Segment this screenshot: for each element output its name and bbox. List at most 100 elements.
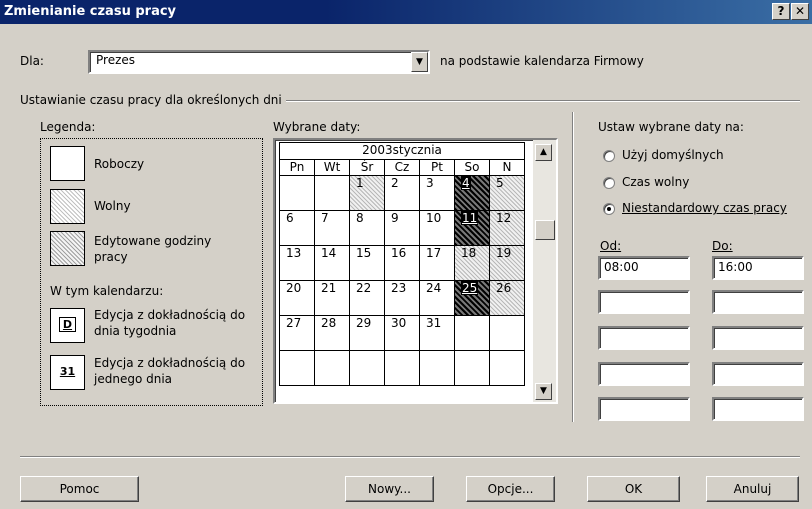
calendar-day[interactable]: 19 bbox=[489, 245, 525, 281]
calendar-day[interactable]: 6 bbox=[279, 210, 315, 246]
calendar-day[interactable]: 26 bbox=[489, 280, 525, 316]
to-time-field[interactable] bbox=[712, 397, 804, 421]
calendar-grid[interactable]: 2003stycznia Pn Wt Śr Cz Pt So N 1 2 3 4 5 6 7 8 9 10 11… bbox=[273, 138, 558, 404]
weekday-header[interactable]: Wt bbox=[314, 159, 350, 176]
calendar-day[interactable]: 27 bbox=[279, 315, 315, 351]
calendar-day[interactable]: 5 bbox=[489, 175, 525, 211]
close-button[interactable]: ✕ bbox=[791, 3, 809, 20]
calendar-day-number: 11 bbox=[461, 211, 479, 225]
calendar-scrollbar[interactable] bbox=[533, 140, 556, 402]
weekday-header[interactable]: So bbox=[454, 159, 490, 176]
calendar-month: 2003stycznia bbox=[279, 142, 525, 160]
calendar-day[interactable]: 25 bbox=[454, 280, 490, 316]
calendar-day[interactable] bbox=[454, 315, 490, 351]
legend-day-of-week-line1: Edycja z dokładnością do bbox=[94, 308, 246, 322]
cancel-button[interactable]: Anuluj bbox=[706, 476, 799, 502]
from-time-field[interactable] bbox=[598, 290, 690, 314]
calendar-day[interactable]: 18 bbox=[454, 245, 490, 281]
resource-select[interactable]: Prezes ▼ bbox=[88, 50, 430, 74]
from-time-field[interactable] bbox=[598, 362, 690, 386]
radio-custom[interactable] bbox=[603, 203, 615, 215]
calendar-day[interactable]: 31 bbox=[419, 315, 455, 351]
calendar-day[interactable]: 22 bbox=[349, 280, 385, 316]
from-label: Od: bbox=[600, 239, 622, 253]
ok-button[interactable]: OK bbox=[587, 476, 680, 502]
for-label: Dla: bbox=[20, 54, 44, 68]
calendar-day[interactable]: 20 bbox=[279, 280, 315, 316]
calendar-day[interactable]: 16 bbox=[384, 245, 420, 281]
calendar-day[interactable] bbox=[454, 350, 490, 386]
calendar-day[interactable] bbox=[489, 315, 525, 351]
calendar-day[interactable]: 15 bbox=[349, 245, 385, 281]
from-time-field[interactable]: 08:00 bbox=[598, 256, 690, 280]
calendar-day[interactable] bbox=[279, 175, 315, 211]
calendar-day[interactable]: 29 bbox=[349, 315, 385, 351]
weekday-header[interactable]: Cz bbox=[384, 159, 420, 176]
weekday-header[interactable]: Śr bbox=[349, 159, 385, 176]
radio-nonworking-label[interactable]: Czas wolny bbox=[622, 175, 689, 189]
calendar-day[interactable] bbox=[384, 350, 420, 386]
calendar-day[interactable]: 13 bbox=[279, 245, 315, 281]
to-time-field[interactable] bbox=[712, 290, 804, 314]
calendar-day[interactable]: 8 bbox=[349, 210, 385, 246]
new-button[interactable]: Nowy... bbox=[345, 476, 434, 502]
help-button[interactable]: Pomoc bbox=[20, 476, 139, 502]
options-button[interactable]: Opcje... bbox=[466, 476, 555, 502]
calendar-day[interactable]: 24 bbox=[419, 280, 455, 316]
calendar-day[interactable]: 17 bbox=[419, 245, 455, 281]
weekday-header[interactable]: N bbox=[489, 159, 525, 176]
weekday-header[interactable]: Pn bbox=[279, 159, 315, 176]
calendar-day[interactable] bbox=[314, 350, 350, 386]
resource-select-value: Prezes bbox=[96, 53, 136, 67]
calendar-day[interactable] bbox=[314, 175, 350, 211]
calendar-day[interactable]: 30 bbox=[384, 315, 420, 351]
chevron-down-icon[interactable]: ▼ bbox=[411, 52, 428, 72]
scroll-thumb[interactable] bbox=[535, 220, 555, 240]
calendar-day[interactable] bbox=[279, 350, 315, 386]
day-of-week-swatch: D bbox=[50, 308, 85, 343]
calendar-day[interactable] bbox=[419, 350, 455, 386]
legend-edited-line2: pracy bbox=[94, 250, 128, 264]
vertical-divider bbox=[572, 112, 573, 422]
legend-edited-line1: Edytowane godziny bbox=[94, 234, 212, 248]
calendar-day[interactable]: 9 bbox=[384, 210, 420, 246]
legend-day-of-week-line2: dnia tygodnia bbox=[94, 324, 177, 338]
calendar-day[interactable]: 4 bbox=[454, 175, 490, 211]
radio-nonworking[interactable] bbox=[603, 177, 615, 189]
calendar-day[interactable]: 12 bbox=[489, 210, 525, 246]
radio-custom-label[interactable]: Niestandardowy czas pracy bbox=[622, 201, 787, 215]
calendar-day[interactable]: 28 bbox=[314, 315, 350, 351]
calendar-day[interactable]: 14 bbox=[314, 245, 350, 281]
calendar-day[interactable]: 23 bbox=[384, 280, 420, 316]
scroll-up-icon[interactable]: ▲ bbox=[535, 144, 552, 161]
calendar-day[interactable] bbox=[489, 350, 525, 386]
help-title-button[interactable]: ? bbox=[772, 3, 790, 20]
legend-in-calendar: W tym kalendarzu: bbox=[50, 284, 164, 298]
edited-swatch bbox=[50, 231, 85, 266]
calendar-day[interactable]: 2 bbox=[384, 175, 420, 211]
day-of-week-sample: D bbox=[58, 317, 77, 332]
single-day-sample: 31 bbox=[59, 365, 76, 378]
radio-default-label[interactable]: Użyj domyślnych bbox=[622, 148, 724, 162]
calendar-day[interactable]: 3 bbox=[419, 175, 455, 211]
calendar-day[interactable]: 7 bbox=[314, 210, 350, 246]
calendar-week-row: 27 28 29 30 31 bbox=[279, 315, 525, 351]
to-label: Do: bbox=[712, 239, 733, 253]
to-time-field[interactable] bbox=[712, 362, 804, 386]
calendar-day[interactable]: 11 bbox=[454, 210, 490, 246]
calendar-day[interactable]: 1 bbox=[349, 175, 385, 211]
radio-default[interactable] bbox=[603, 150, 615, 162]
calendar-day[interactable] bbox=[349, 350, 385, 386]
from-time-field[interactable] bbox=[598, 326, 690, 350]
to-time-field[interactable] bbox=[712, 326, 804, 350]
working-swatch bbox=[50, 146, 85, 181]
legend-working: Roboczy bbox=[94, 157, 145, 171]
scroll-down-icon[interactable]: ▼ bbox=[535, 383, 552, 400]
calendar-day[interactable]: 10 bbox=[419, 210, 455, 246]
calendar-day[interactable]: 21 bbox=[314, 280, 350, 316]
weekday-header[interactable]: Pt bbox=[419, 159, 455, 176]
to-time-field[interactable]: 16:00 bbox=[712, 256, 804, 280]
window-title: Zmienianie czasu pracy bbox=[4, 4, 177, 19]
from-time-field[interactable] bbox=[598, 397, 690, 421]
single-day-swatch: 31 bbox=[50, 355, 85, 390]
